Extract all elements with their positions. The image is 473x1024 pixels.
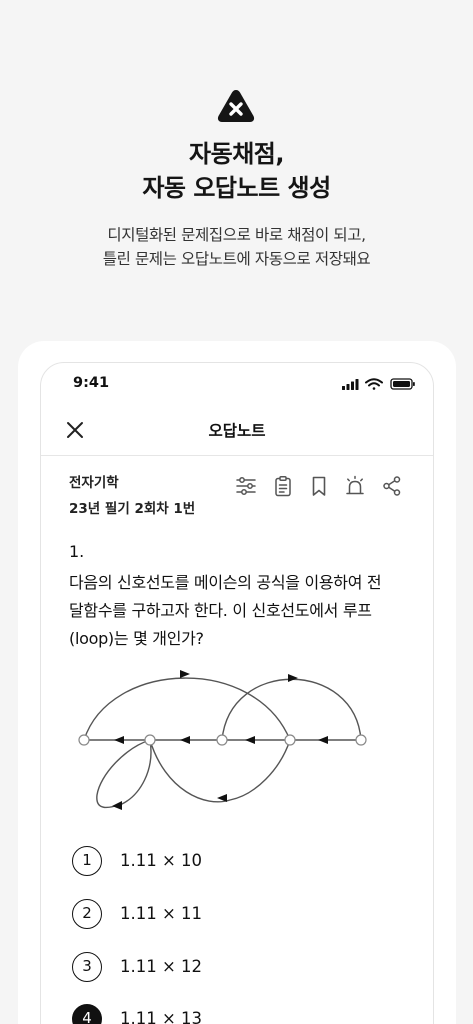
signal-icon bbox=[342, 379, 359, 390]
choice-4[interactable]: 4 1.11 × 13 bbox=[72, 1004, 372, 1024]
sliders-icon[interactable] bbox=[235, 475, 257, 497]
headline-line1: 자동채점, bbox=[189, 140, 284, 168]
question-text-line3: (loop)는 몇 개인가? bbox=[69, 629, 204, 648]
share-icon[interactable] bbox=[381, 475, 403, 497]
navbar-divider bbox=[41, 455, 433, 456]
question-number: 1. bbox=[69, 542, 85, 561]
status-time: 9:41 bbox=[73, 375, 110, 391]
wifi-icon bbox=[365, 378, 383, 390]
choice-label: 1.11 × 12 bbox=[120, 957, 203, 976]
exam-info: 23년 필기 2회차 1번 bbox=[69, 501, 196, 517]
question-text-line1: 다음의 신호선도를 메이슨의 공식을 이용하여 전 bbox=[69, 573, 382, 592]
subtitle-line2: 틀린 문제는 오답노트에 자동으로 저장돼요 bbox=[102, 250, 371, 268]
navbar-title: 오답노트 bbox=[208, 422, 266, 440]
battery-icon bbox=[390, 378, 415, 390]
question-text-line2: 달함수를 구하고자 한다. 이 신호선도에서 루프 bbox=[69, 601, 372, 620]
choice-number: 3 bbox=[72, 952, 102, 982]
clipboard-icon[interactable] bbox=[272, 475, 294, 497]
choice-3[interactable]: 3 1.11 × 12 bbox=[72, 952, 372, 982]
subtitle-line1: 디지털화된 문제집으로 바로 채점이 되고, bbox=[107, 226, 366, 244]
choice-number: 2 bbox=[72, 899, 102, 929]
subject-label: 전자기학 bbox=[69, 475, 119, 491]
bookmark-icon[interactable] bbox=[308, 475, 330, 497]
signal-flow-diagram bbox=[78, 670, 367, 810]
choice-label: 1.11 × 13 bbox=[120, 1009, 203, 1024]
choice-1[interactable]: 1 1.11 × 10 bbox=[72, 846, 372, 876]
status-icons bbox=[342, 378, 415, 390]
x-triangle-icon bbox=[217, 90, 255, 122]
choice-number: 4 bbox=[72, 1004, 102, 1024]
headline-line2: 자동 오답노트 생성 bbox=[142, 174, 331, 202]
choice-label: 1.11 × 11 bbox=[120, 904, 203, 923]
alarm-icon[interactable] bbox=[344, 475, 366, 497]
choice-label: 1.11 × 10 bbox=[120, 851, 203, 870]
choice-2[interactable]: 2 1.11 × 11 bbox=[72, 899, 372, 929]
choice-number: 1 bbox=[72, 846, 102, 876]
